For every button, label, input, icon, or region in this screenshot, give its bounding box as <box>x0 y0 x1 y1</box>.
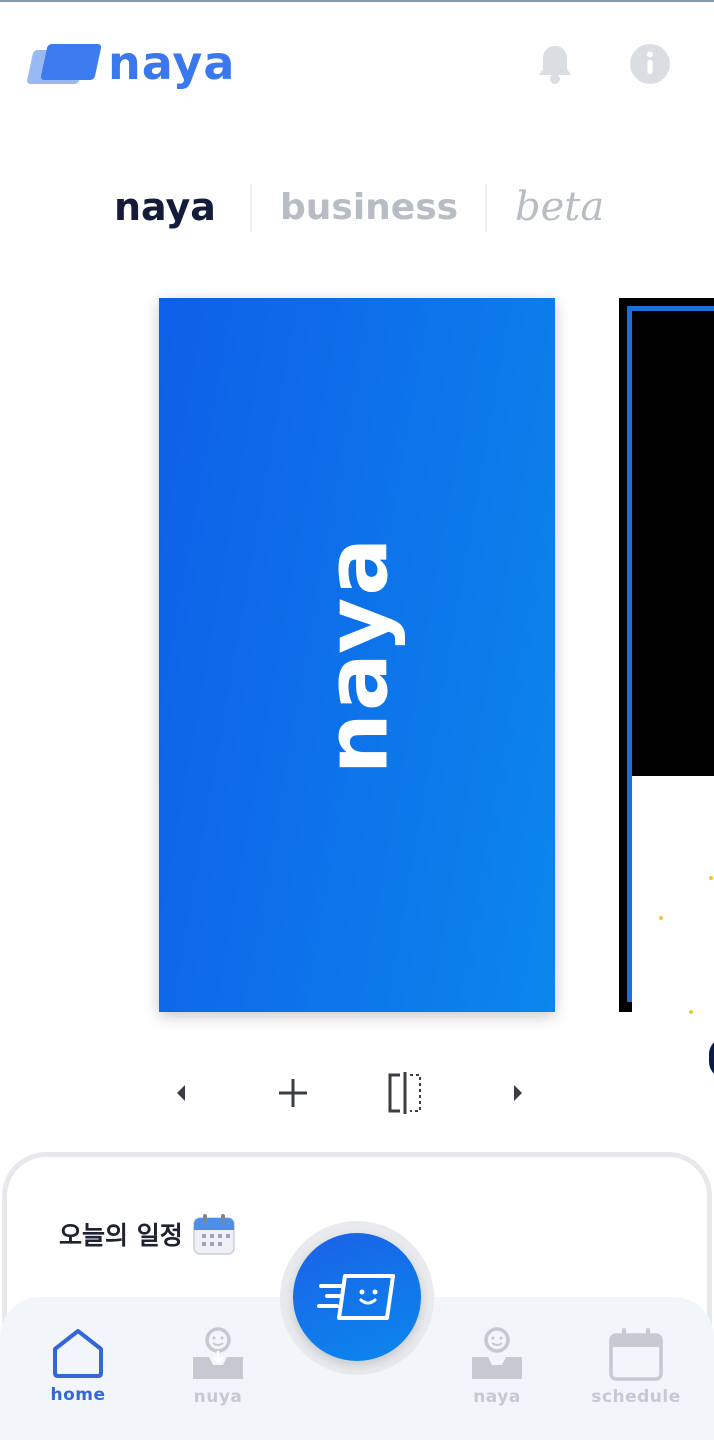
fast-card-icon <box>317 1274 395 1320</box>
split-view-icon <box>388 1072 421 1114</box>
card-image-speck <box>659 916 663 920</box>
tab-naya[interactable]: naya <box>114 178 216 236</box>
next-button[interactable] <box>490 1066 544 1120</box>
tab-divider <box>485 184 487 232</box>
nav-schedule-label: schedule <box>591 1387 681 1407</box>
tab-business[interactable]: business <box>280 178 458 236</box>
plus-icon <box>279 1079 307 1107</box>
calendar-icon <box>609 1328 663 1381</box>
split-view-button[interactable] <box>378 1066 432 1120</box>
add-page-button[interactable] <box>266 1066 320 1120</box>
tab-beta[interactable]: beta <box>515 178 604 236</box>
schedule-title-text: 오늘의 일정 <box>59 1221 183 1250</box>
nav-nuya[interactable]: nuya <box>168 1327 268 1417</box>
card-logo-text: naya <box>307 535 407 775</box>
info-button[interactable] <box>628 42 672 86</box>
nav-home[interactable]: home <box>28 1327 128 1417</box>
prev-button[interactable] <box>155 1066 209 1120</box>
card-second[interactable] <box>619 298 714 1131</box>
logo-text: naya <box>108 36 236 90</box>
app-header: naya <box>0 2 714 122</box>
tab-divider <box>250 184 252 232</box>
card-image-speck <box>709 876 713 880</box>
nav-nuya-label: nuya <box>193 1387 243 1407</box>
notifications-button[interactable] <box>533 42 577 86</box>
app-logo[interactable]: naya <box>26 36 236 90</box>
nav-naya-label: naya <box>473 1387 521 1407</box>
logo-mark-icon <box>26 40 102 86</box>
info-icon <box>630 44 670 84</box>
nav-naya[interactable]: naya <box>447 1327 547 1417</box>
card-controls <box>0 1066 714 1120</box>
brand-tabs: naya business beta <box>0 178 714 236</box>
chevron-right-icon <box>514 1085 522 1101</box>
card-image-speck <box>689 1010 693 1014</box>
quick-action-button[interactable] <box>293 1233 421 1361</box>
chevron-left-icon <box>177 1085 185 1101</box>
nav-home-label: home <box>50 1385 106 1405</box>
calendar-icon <box>192 1213 235 1255</box>
schedule-title: 오늘의 일정 <box>59 1213 235 1255</box>
card-naya[interactable]: naya <box>159 298 555 1012</box>
inbox-person-icon <box>472 1327 522 1379</box>
nav-schedule[interactable]: schedule <box>586 1327 686 1417</box>
bell-icon <box>539 46 571 84</box>
inbox-person-icon <box>193 1327 243 1379</box>
home-icon <box>53 1329 103 1378</box>
